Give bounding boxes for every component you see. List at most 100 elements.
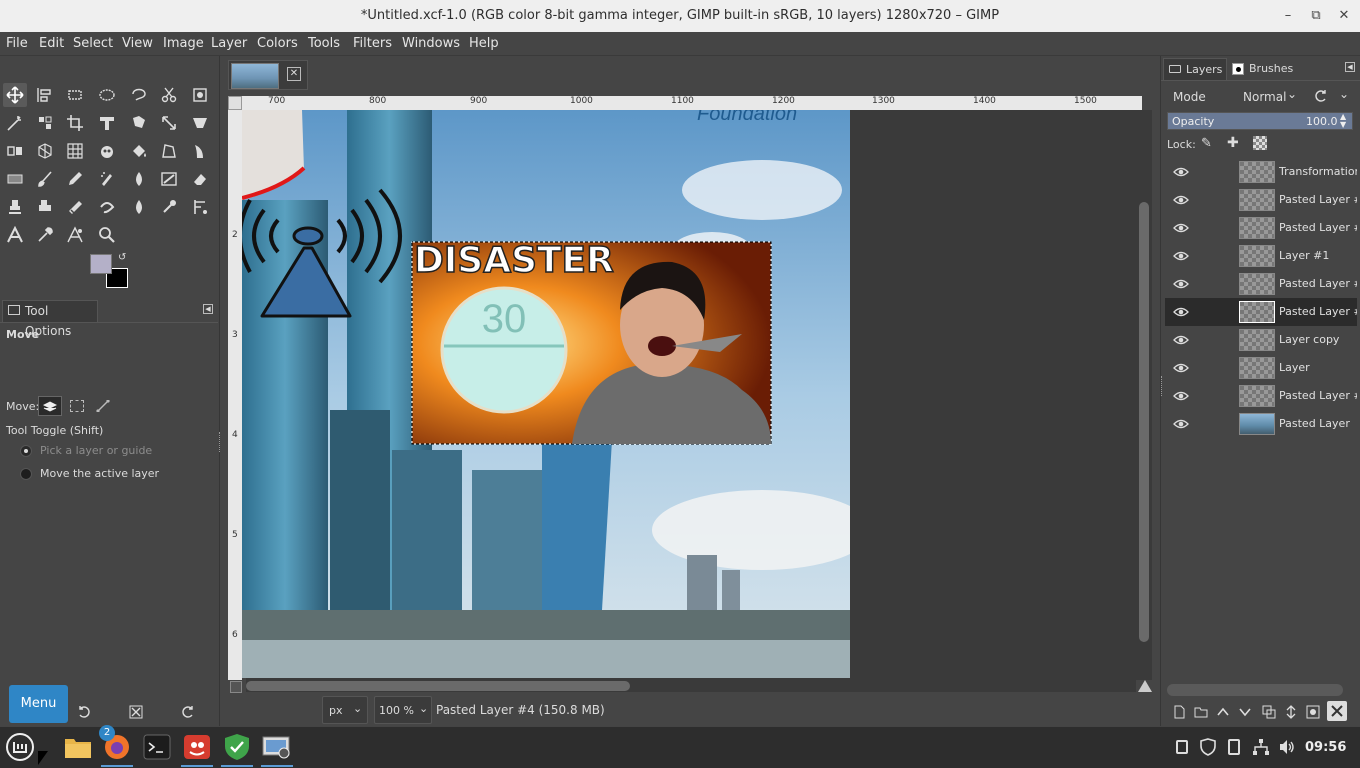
dock-resize-handle[interactable] xyxy=(1161,376,1163,396)
paintbrush-icon[interactable] xyxy=(33,167,57,191)
perspective-icon[interactable] xyxy=(188,111,212,135)
unified-transform-icon[interactable] xyxy=(95,111,119,135)
move-mode-path-button[interactable] xyxy=(92,396,114,416)
flip-icon[interactable] xyxy=(157,111,181,135)
clock[interactable]: 09:56 xyxy=(1305,740,1346,755)
clone-icon[interactable] xyxy=(3,195,27,219)
clipboard-tray-icon[interactable] xyxy=(1176,740,1188,754)
menu-edit[interactable]: Edit xyxy=(39,36,64,51)
handle-transform-icon[interactable] xyxy=(3,139,27,163)
canvas-viewport[interactable]: Foundation 30 DISASTER xyxy=(242,110,1136,678)
eye-icon[interactable] xyxy=(1173,388,1189,404)
cage-transform-icon[interactable] xyxy=(63,139,87,163)
raise-layer-icon[interactable] xyxy=(1213,702,1233,722)
network-tray-icon[interactable] xyxy=(1252,738,1270,759)
radio-pick-layer[interactable]: Pick a layer or guide xyxy=(20,442,210,460)
color-swatches[interactable]: ↺ xyxy=(90,252,132,292)
menu-file[interactable]: File xyxy=(6,36,28,51)
free-select-icon[interactable] xyxy=(127,83,151,107)
image-canvas[interactable]: Foundation 30 DISASTER xyxy=(242,110,850,678)
tab-layers[interactable]: Layers xyxy=(1163,58,1227,80)
warp-transform-icon[interactable] xyxy=(127,111,151,135)
layer-row-5-selected[interactable]: Pasted Layer # xyxy=(1165,298,1357,326)
foreground-color-swatch[interactable] xyxy=(90,254,112,274)
restore-tool-icon[interactable] xyxy=(178,702,198,722)
menu-colors[interactable]: Colors xyxy=(257,36,298,51)
layer-row-9[interactable]: Pasted Layer xyxy=(1165,410,1357,438)
delete-tool-preset-icon[interactable] xyxy=(126,702,146,722)
vertical-scrollbar[interactable] xyxy=(1136,110,1152,680)
eye-icon[interactable] xyxy=(1173,248,1189,264)
crop-icon[interactable] xyxy=(63,111,87,135)
eye-icon[interactable] xyxy=(1173,332,1189,348)
close-window-button[interactable]: ✕ xyxy=(1330,0,1358,32)
layer-row-4[interactable]: Pasted Layer # xyxy=(1165,270,1357,298)
menu-select[interactable]: Select xyxy=(73,36,113,51)
new-layer-group-icon[interactable] xyxy=(1191,702,1211,722)
composite-mode-icon[interactable] xyxy=(1313,88,1329,104)
close-tab-icon[interactable]: ✕ xyxy=(287,67,301,81)
menu-button[interactable]: Menu xyxy=(9,685,68,723)
eye-icon[interactable] xyxy=(1173,220,1189,236)
volume-tray-icon[interactable] xyxy=(1278,738,1296,759)
files-app-icon[interactable] xyxy=(62,731,94,763)
layer-row-2[interactable]: Pasted Layer # xyxy=(1165,214,1357,242)
horizontal-scroll-thumb[interactable] xyxy=(246,681,630,691)
layers-horizontal-scrollbar[interactable] xyxy=(1167,684,1343,696)
lock-alpha-icon[interactable] xyxy=(1253,136,1267,150)
vertical-scroll-thumb[interactable] xyxy=(1139,202,1149,642)
heal-icon[interactable] xyxy=(33,195,57,219)
eye-icon[interactable] xyxy=(1173,164,1189,180)
smudge-icon[interactable] xyxy=(95,195,119,219)
maximize-button[interactable]: ⧉ xyxy=(1302,0,1330,32)
color-select-icon[interactable] xyxy=(33,111,57,135)
firefox-app-icon[interactable]: 2 xyxy=(99,725,133,767)
measure-icon[interactable] xyxy=(188,195,212,219)
quick-mask-toggle[interactable] xyxy=(230,681,242,693)
eye-icon[interactable] xyxy=(1173,192,1189,208)
fuzzy-select-icon[interactable] xyxy=(3,111,27,135)
perspective-clone-icon[interactable] xyxy=(63,195,87,219)
blend-tool-icon[interactable] xyxy=(188,139,212,163)
gegl-operation-icon[interactable] xyxy=(63,223,87,247)
eye-icon[interactable] xyxy=(1173,304,1189,320)
eye-icon[interactable] xyxy=(1173,360,1189,376)
menu-tools[interactable]: Tools xyxy=(308,36,340,51)
gimp-wilber-icon[interactable] xyxy=(95,139,119,163)
merge-layer-icon[interactable] xyxy=(1281,702,1301,722)
radio-move-active[interactable]: Move the active layer xyxy=(20,465,210,483)
ellipse-select-icon[interactable] xyxy=(95,83,119,107)
menu-image[interactable]: Image xyxy=(163,36,204,51)
image-tab[interactable]: ✕ xyxy=(228,60,308,90)
horizontal-ruler[interactable]: 700 800 900 1000 1100 1200 1300 1400 150… xyxy=(242,96,1142,110)
eye-icon[interactable] xyxy=(1173,276,1189,292)
new-layer-icon[interactable] xyxy=(1169,702,1189,722)
duplicate-layer-icon[interactable] xyxy=(1259,702,1279,722)
start-menu-icon[interactable] xyxy=(4,731,36,763)
menu-windows[interactable]: Windows xyxy=(402,36,460,51)
reset-tool-icon[interactable] xyxy=(74,702,94,722)
lock-position-icon[interactable]: ✚ xyxy=(1227,135,1239,151)
layer-mask-icon[interactable] xyxy=(1303,702,1323,722)
layer-row-6[interactable]: Layer copy xyxy=(1165,326,1357,354)
screenshot-app-icon[interactable] xyxy=(261,731,293,767)
pencil-icon[interactable] xyxy=(63,167,87,191)
minimize-button[interactable]: – xyxy=(1274,0,1302,32)
scissors-icon[interactable] xyxy=(157,83,181,107)
chevron-down-icon[interactable]: ⌄ xyxy=(1339,87,1349,101)
shield-app-icon[interactable] xyxy=(221,731,253,767)
navigate-icon[interactable] xyxy=(1138,680,1152,692)
3d-transform-icon[interactable] xyxy=(33,139,57,163)
color-picker-icon[interactable] xyxy=(33,223,57,247)
dock-resize-handle[interactable] xyxy=(219,432,221,452)
gimp-app-icon[interactable] xyxy=(181,731,213,767)
paths-tool-icon[interactable] xyxy=(157,139,181,163)
eye-icon[interactable] xyxy=(1173,416,1189,432)
zoom-select[interactable]: 100 % ⌄ xyxy=(374,696,432,724)
layer-row-0[interactable]: Transformation xyxy=(1165,158,1357,186)
layer-row-7[interactable]: Layer xyxy=(1165,354,1357,382)
eraser-icon[interactable] xyxy=(188,167,212,191)
lock-pixels-icon[interactable]: ✎ xyxy=(1201,136,1212,151)
tab-brushes[interactable]: Brushes xyxy=(1229,58,1295,80)
text-tool-icon[interactable] xyxy=(3,223,27,247)
